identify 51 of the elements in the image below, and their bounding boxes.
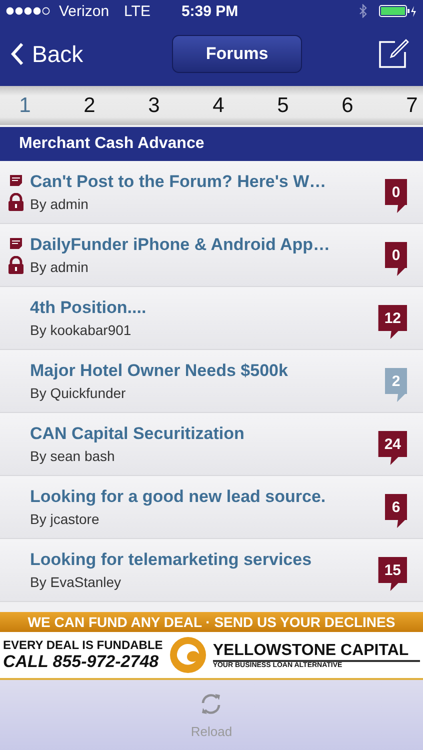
- reply-count-badge: 24: [378, 431, 407, 465]
- carrier: Verizon: [59, 2, 110, 20]
- topic-row[interactable]: Can't Post to the Forum? Here's W… By admin 0: [0, 161, 423, 224]
- page-tab[interactable]: 7: [401, 94, 423, 118]
- bluetooth-icon: [359, 4, 368, 18]
- signal-icon: [6, 7, 52, 15]
- topic-author: By admin: [30, 259, 90, 275]
- topic-row[interactable]: Major Hotel Owner Needs $500k By Quickfunder 2: [0, 350, 423, 413]
- ad-brand: YELLOWSTONE CAPITAL: [212, 642, 420, 662]
- reply-count-badge: 2: [385, 368, 407, 402]
- network-type: LTE: [124, 2, 150, 20]
- topic-row[interactable]: 4th Position.... By kookabar901 12: [0, 287, 423, 350]
- topic-author: By EvaStanley: [30, 574, 122, 590]
- topic-title: Can't Post to the Forum? Here's W…: [30, 172, 328, 192]
- page-tab[interactable]: 5: [272, 94, 294, 118]
- reply-count-badge: 0: [385, 242, 407, 276]
- chevron-left-icon: [10, 42, 24, 66]
- logo-icon: [168, 636, 207, 674]
- topic-row[interactable]: Looking for a good new lead source. By jcastore 6: [0, 476, 423, 539]
- back-button[interactable]: Back: [10, 40, 84, 68]
- topic-author: By admin: [30, 196, 90, 212]
- battery-icon: [379, 5, 417, 17]
- page-tab[interactable]: 4: [208, 94, 230, 118]
- topic-author: By kookabar901: [30, 322, 132, 338]
- topic-title: Looking for a good new lead source.: [30, 487, 327, 507]
- topic-author: By Quickfunder: [30, 385, 127, 401]
- clock: 5:39 PM: [181, 2, 240, 20]
- page-tab[interactable]: 3: [143, 94, 165, 118]
- topic-row[interactable]: DailyFunder iPhone & Android App… By admin 0: [0, 224, 423, 287]
- topic-title: Looking for telemarketing services: [30, 550, 313, 570]
- ad-headline: WE CAN FUND ANY DEAL · SEND US YOUR DECLINES: [0, 612, 423, 632]
- topic-title: Major Hotel Owner Needs $500k: [30, 361, 289, 381]
- reply-count-badge: 15: [378, 557, 407, 591]
- section-header: Merchant Cash Advance: [0, 127, 423, 161]
- topic-author: By sean bash: [30, 448, 116, 464]
- topic-title: 4th Position....: [30, 298, 148, 318]
- reply-count-badge: 12: [378, 305, 407, 339]
- page-tab[interactable]: 6: [336, 94, 358, 118]
- topic-title: CAN Capital Securitization: [30, 424, 246, 444]
- page-tab[interactable]: 2: [78, 94, 100, 118]
- reply-count-badge: 0: [385, 179, 407, 213]
- topic-author: By jcastore: [30, 511, 100, 527]
- ad-text: EVERY DEAL IS FUNDABLE: [3, 638, 163, 652]
- nav-title: Forums: [172, 35, 302, 73]
- compose-icon[interactable]: [376, 38, 409, 70]
- topic-row[interactable]: CAN Capital Securitization By sean bash 24: [0, 413, 423, 476]
- topic-row[interactable]: Looking for telemarketing services By EvaStanley 15: [0, 539, 423, 602]
- ad-phone: CALL 855-972-2748: [3, 652, 160, 672]
- page-tab[interactable]: 1: [14, 94, 36, 118]
- topic-title: DailyFunder iPhone & Android App…: [30, 235, 332, 255]
- reply-count-badge: 6: [385, 494, 407, 528]
